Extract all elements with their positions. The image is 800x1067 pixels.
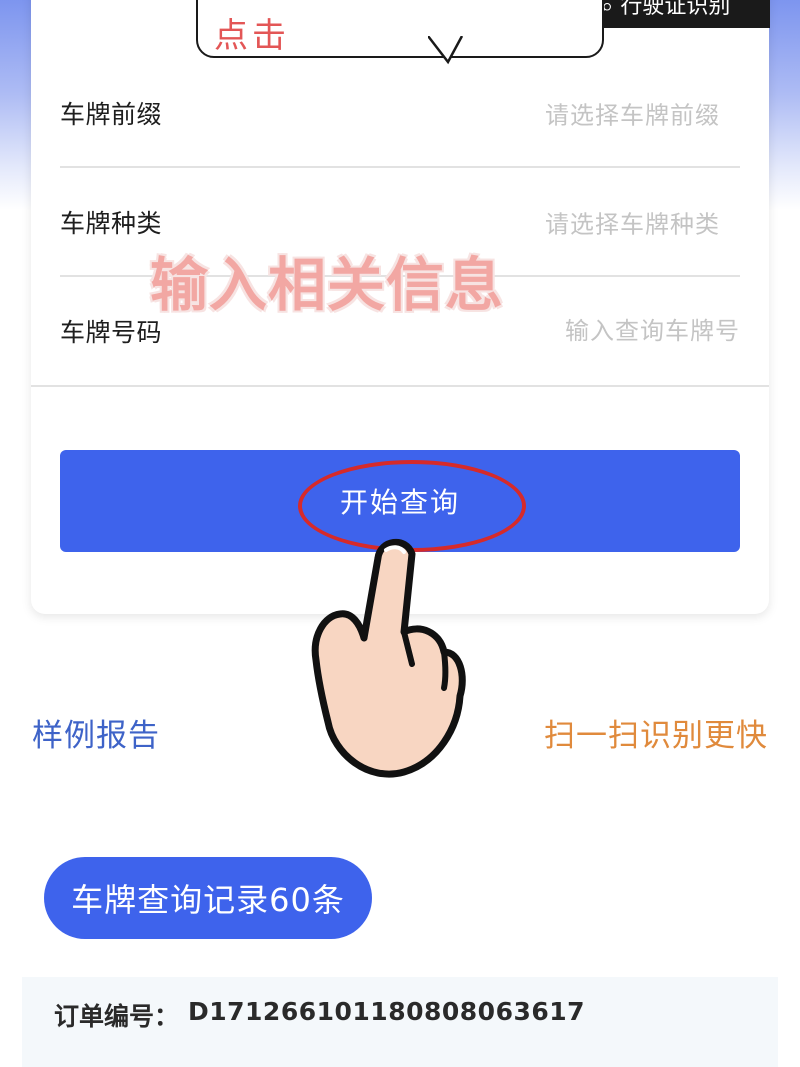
tap-hint-text: 点击 [214, 16, 290, 56]
sample-report-link[interactable]: 样例报告 [32, 710, 160, 755]
plate-number-row: 车牌号码 [60, 277, 740, 385]
plate-prefix-select[interactable]: 请选择车牌前缀 [545, 96, 720, 131]
license-ocr-label: 行驶证识别 [620, 0, 731, 19]
query-records-button[interactable]: 车牌查询记录60条 [44, 857, 372, 939]
plate-number-label: 车牌号码 [60, 318, 163, 347]
plate-number-input[interactable] [440, 317, 740, 345]
order-card: 订单编号： D1712661011808080636​17 [22, 977, 778, 1067]
plate-type-label: 车牌种类 [60, 209, 163, 238]
form-divider [31, 385, 769, 387]
plate-type-row[interactable]: 车牌种类 请选择车牌种类 [60, 169, 740, 277]
plate-prefix-label: 车牌前缀 [60, 100, 163, 129]
license-ocr-button[interactable]: ⌕ 行驶证识别 [595, 0, 770, 28]
order-number-value: D1712661011808080636​17 [188, 997, 586, 1026]
order-number-label: 订单编号： [54, 1002, 180, 1031]
scan-recognize-link[interactable]: 扫一扫识别更快 [544, 710, 768, 755]
plate-prefix-row[interactable]: 车牌前缀 请选择车牌前缀 [60, 60, 740, 168]
tap-hint-bubble: 点击 [196, 0, 604, 65]
plate-type-select[interactable]: 请选择车牌种类 [545, 205, 720, 240]
start-query-button[interactable]: 开始查询 [60, 450, 740, 552]
